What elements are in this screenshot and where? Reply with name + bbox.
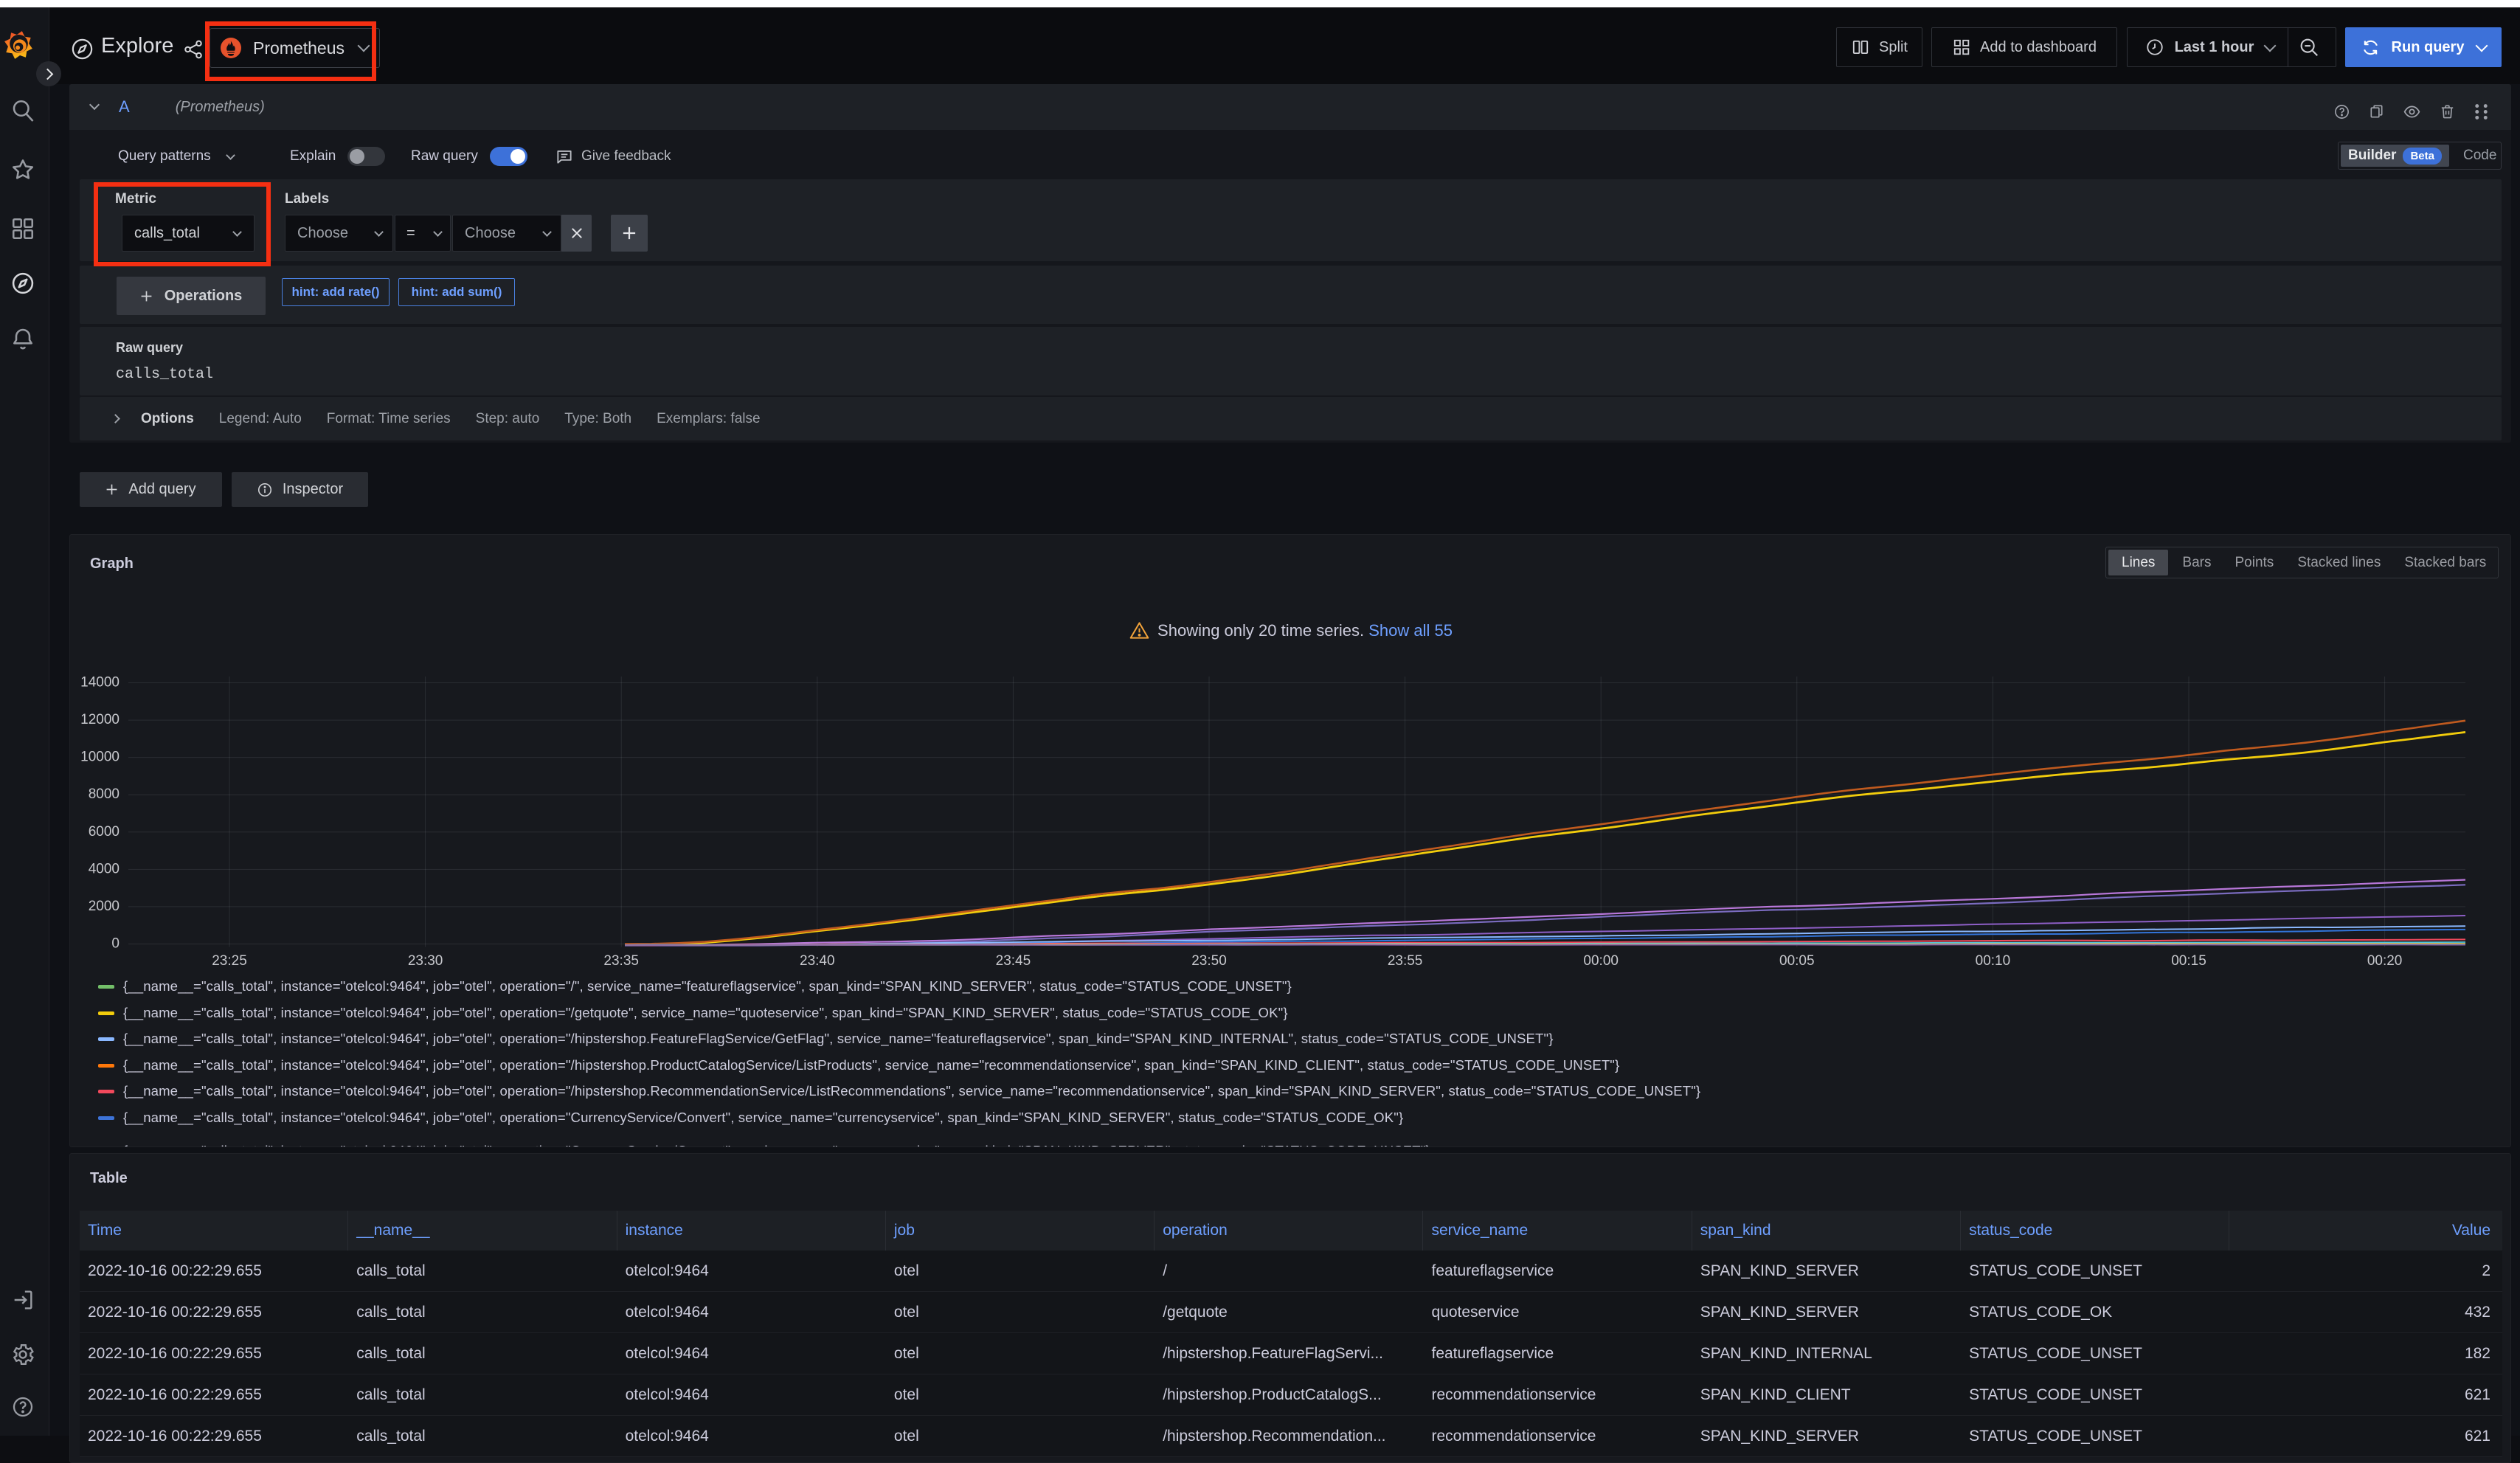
svg-text:23:45: 23:45 bbox=[996, 953, 1031, 969]
svg-text:23:50: 23:50 bbox=[1191, 953, 1227, 969]
svg-text:00:10: 00:10 bbox=[1976, 953, 2011, 969]
svg-text:23:25: 23:25 bbox=[212, 953, 247, 969]
svg-text:2000: 2000 bbox=[89, 899, 120, 914]
svg-text:00:00: 00:00 bbox=[1583, 953, 1619, 969]
svg-text:0: 0 bbox=[111, 936, 120, 952]
svg-text:10000: 10000 bbox=[80, 750, 120, 765]
svg-text:8000: 8000 bbox=[89, 786, 120, 802]
svg-text:23:55: 23:55 bbox=[1388, 953, 1423, 969]
svg-text:6000: 6000 bbox=[89, 824, 120, 840]
svg-text:14000: 14000 bbox=[80, 675, 120, 691]
svg-text:23:30: 23:30 bbox=[408, 953, 443, 969]
svg-text:00:20: 00:20 bbox=[2367, 953, 2403, 969]
svg-text:00:05: 00:05 bbox=[1779, 953, 1815, 969]
svg-text:12000: 12000 bbox=[80, 712, 120, 727]
svg-text:23:35: 23:35 bbox=[603, 953, 639, 969]
svg-text:23:40: 23:40 bbox=[800, 953, 835, 969]
svg-text:00:15: 00:15 bbox=[2171, 953, 2206, 969]
svg-text:4000: 4000 bbox=[89, 861, 120, 876]
